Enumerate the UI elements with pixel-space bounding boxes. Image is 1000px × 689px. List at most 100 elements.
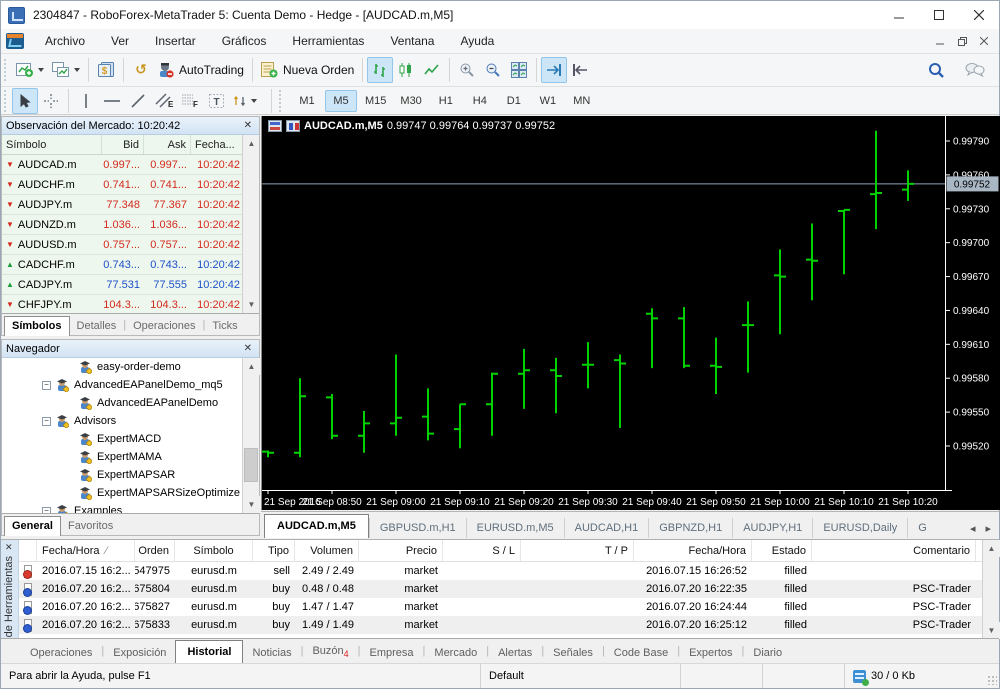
chart-tab[interactable]: AUDJPY,H1 — [732, 518, 812, 538]
table-row[interactable]: ▼ AUDCHF.m 0.741... 0.741... 10:20:42 — [2, 175, 259, 195]
table-row[interactable]: 2016.07.20 16:2... 36675804 eurusd.m buy 0.4… — [19, 580, 982, 598]
tab-operaciones[interactable]: Operaciones — [21, 643, 101, 663]
tab-favoritos[interactable]: Favoritos — [61, 517, 120, 535]
chart-tab[interactable]: G — [907, 518, 937, 538]
chart-shift-button[interactable] — [567, 57, 593, 83]
tree-item[interactable]: ExpertMAMA — [2, 448, 242, 466]
table-row[interactable]: ▼ AUDJPY.m 77.348 77.367 10:20:42 — [2, 195, 259, 215]
table-row[interactable]: ▲ CADJPY.m 77.531 77.555 10:20:42 — [2, 275, 259, 295]
bar-chart-button[interactable] — [367, 57, 394, 83]
vertical-line-button[interactable] — [73, 88, 99, 114]
new-order-button[interactable]: Nueva Orden — [257, 57, 358, 83]
tab-mercado[interactable]: Mercado — [425, 643, 486, 663]
menu-item[interactable]: Herramientas — [279, 30, 377, 52]
tab-exposición[interactable]: Exposición — [104, 643, 175, 663]
rollback-button[interactable]: ↺ — [128, 57, 154, 83]
timeframe-button-m30[interactable]: M30 — [394, 90, 427, 112]
shapes-button[interactable] — [229, 88, 261, 114]
column-header[interactable]: Fecha... — [191, 135, 244, 154]
tree-item[interactable]: − Advisors — [2, 412, 242, 430]
table-row[interactable]: ▼ AUDNZD.m 1.036... 1.036... 10:20:42 — [2, 215, 259, 235]
column-header[interactable]: Ask — [144, 135, 191, 154]
column-header[interactable]: Símbolo — [175, 540, 253, 561]
depth-of-market-icon[interactable] — [268, 120, 282, 132]
menu-item[interactable]: Ventana — [377, 30, 447, 52]
chart-window[interactable]: 0.99790 0.99760 0.99730 0.99700 0.99670 0.996… — [261, 116, 1000, 510]
new-chart-button[interactable] — [12, 57, 48, 83]
tile-windows-button[interactable] — [506, 57, 532, 83]
tree-item[interactable]: AdvancedEAPanelDemo — [2, 394, 242, 412]
market-watch-scrollbar[interactable]: ▲ ▼ — [242, 135, 259, 313]
tab-ticks[interactable]: Ticks — [205, 317, 244, 335]
price-chart[interactable]: 0.997900.997600.997300.997000.996700.996… — [262, 116, 1000, 510]
tab-expertos[interactable]: Expertos — [680, 643, 741, 663]
scroll-up-icon[interactable]: ▲ — [243, 358, 260, 375]
timeframe-button-m1[interactable]: M1 — [291, 90, 323, 112]
menu-item[interactable]: Gráficos — [209, 30, 280, 52]
close-icon[interactable]: ✕ — [5, 542, 13, 553]
child-minimize-button[interactable] — [929, 32, 951, 50]
deposit-button[interactable]: $ — [93, 57, 119, 83]
column-header[interactable]: Precio — [359, 540, 443, 561]
maximize-button[interactable] — [919, 1, 959, 29]
menu-item[interactable]: Archivo — [32, 30, 98, 52]
timeframe-button-h4[interactable]: H4 — [464, 90, 496, 112]
close-button[interactable] — [959, 1, 999, 29]
crosshair-button[interactable] — [38, 88, 64, 114]
timeframe-button-mn[interactable]: MN — [566, 90, 598, 112]
navigator-scrollbar[interactable]: ▲ ▼ — [242, 358, 260, 513]
chart-tab[interactable]: EURUSD,Daily — [812, 518, 907, 538]
tab-empresa[interactable]: Empresa — [361, 643, 423, 663]
toolbar-grip[interactable] — [279, 89, 284, 112]
scroll-down-icon[interactable]: ▼ — [243, 496, 260, 513]
fibonacci-button[interactable]: F — [177, 88, 203, 114]
chart-tab[interactable]: AUDCAD,H1 — [563, 518, 649, 538]
autotrading-button[interactable]: AutoTrading — [154, 57, 248, 83]
tab-alertas[interactable]: Alertas — [489, 643, 541, 663]
table-row[interactable]: 2016.07.15 16:2... 36547975 eurusd.m sell 2.… — [19, 562, 982, 580]
child-close-button[interactable] — [973, 32, 995, 50]
column-header[interactable]: Bid — [102, 135, 144, 154]
menu-item[interactable]: Insertar — [142, 30, 209, 52]
zoom-in-button[interactable] — [454, 57, 480, 83]
chart-tab[interactable]: GBPNZD,H1 — [648, 518, 732, 538]
timeframe-button-m5[interactable]: M5 — [325, 89, 357, 112]
tree-item[interactable]: easy-order-demo — [2, 358, 242, 376]
tab-detalles[interactable]: Detalles — [70, 317, 124, 335]
tabs-scroll-left-icon[interactable]: ◂ — [965, 519, 981, 538]
minimize-button[interactable] — [879, 1, 919, 29]
profiles-button[interactable] — [48, 57, 84, 83]
column-header[interactable]: Comentario — [812, 540, 976, 561]
tree-item[interactable]: ExpertMACD — [2, 430, 242, 448]
tab-operaciones[interactable]: Operaciones — [126, 317, 202, 335]
scroll-up-icon[interactable]: ▲ — [983, 540, 1000, 557]
tab-buzón[interactable]: Buzón4 — [303, 641, 357, 663]
status-profile[interactable]: Default — [481, 664, 681, 688]
column-header[interactable]: Fecha/Hora — [634, 540, 752, 561]
scroll-down-icon[interactable]: ▼ — [243, 296, 259, 313]
trendline-button[interactable] — [125, 88, 151, 114]
tab-señales[interactable]: Señales — [544, 643, 602, 663]
column-header[interactable]: S / L — [443, 540, 521, 561]
cursor-button[interactable] — [12, 87, 38, 114]
candlestick-chart-button[interactable] — [393, 57, 419, 83]
tab-símbolos[interactable]: Símbolos — [4, 316, 70, 336]
auto-scroll-button[interactable] — [541, 57, 568, 83]
line-chart-button[interactable] — [419, 57, 445, 83]
scroll-up-icon[interactable]: ▲ — [243, 135, 259, 152]
scroll-thumb[interactable] — [244, 447, 258, 482]
toolbar-grip[interactable] — [4, 59, 9, 81]
column-header[interactable]: Fecha/Hora ∕ — [37, 540, 135, 561]
equidistant-channel-button[interactable]: E — [151, 88, 177, 114]
chart-tab[interactable]: GBPUSD.m,H1 — [368, 518, 466, 538]
timeframe-button-h1[interactable]: H1 — [430, 90, 462, 112]
tree-item[interactable]: ExpertMAPSARSizeOptimize — [2, 484, 242, 502]
close-icon[interactable]: ✕ — [241, 120, 255, 131]
chart-tab[interactable]: AUDCAD.m,M5 — [264, 514, 369, 538]
zoom-out-button[interactable] — [480, 57, 506, 83]
collapse-icon[interactable]: − — [42, 380, 51, 390]
chat-button[interactable] — [961, 57, 989, 83]
resize-grip[interactable] — [987, 675, 997, 685]
tree-item[interactable]: ExpertMAPSAR — [2, 466, 242, 484]
one-click-trading-icon[interactable] — [286, 120, 300, 132]
